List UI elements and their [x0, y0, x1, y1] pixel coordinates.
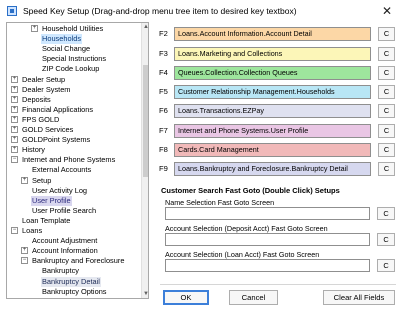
fkey-textbox[interactable]: Loans.Account Information.Account Detail: [174, 27, 371, 41]
fkey-clear-button[interactable]: C: [378, 27, 395, 41]
deposit-account-selection-label: Account Selection (Deposit Acct) Fast Go…: [165, 224, 328, 233]
fkey-label: F5: [159, 87, 168, 96]
fkey-row-f5: F5 Customer Relationship Management.House…: [159, 85, 395, 99]
tree-item-label: Special Instructions: [42, 54, 107, 64]
tree-item-label: History: [22, 145, 45, 155]
divider: [160, 284, 396, 285]
fkey-label: F3: [159, 49, 168, 58]
tree-item-label: User Activity Log: [32, 185, 88, 195]
tree-item-label: Financial Applications: [22, 104, 94, 114]
fkey-clear-button[interactable]: C: [378, 143, 395, 157]
expand-icon[interactable]: +: [11, 85, 18, 93]
tree-item-label: Account Adjustment: [32, 236, 98, 246]
ok-button[interactable]: OK: [163, 290, 209, 305]
expand-icon[interactable]: +: [11, 115, 18, 123]
tree-item-label: Internet and Phone Systems: [22, 155, 116, 165]
fkey-textbox[interactable]: Customer Relationship Management.Househo…: [174, 85, 371, 99]
tree-item-label: Deposits: [22, 94, 51, 104]
fkey-clear-button[interactable]: C: [378, 66, 395, 80]
fkey-label: F7: [159, 126, 168, 135]
loan-account-selection-input[interactable]: [165, 259, 370, 272]
expand-icon[interactable]: +: [11, 105, 18, 113]
fkey-textbox[interactable]: Loans.Transactions.EZPay: [174, 104, 371, 118]
tree-item-label: GOLD Services: [22, 125, 74, 134]
tree-item-label: Loan Template: [22, 215, 71, 225]
collapse-icon[interactable]: −: [11, 227, 18, 234]
scroll-thumb[interactable]: [143, 65, 148, 177]
expand-icon[interactable]: +: [11, 136, 18, 144]
tree-item-label: User Profile Search: [32, 205, 97, 215]
name-selection-input[interactable]: [165, 207, 370, 220]
scroll-up-arrow-icon[interactable]: ▲: [142, 23, 148, 31]
title-bar: Speed Key Setup (Drag-and-drop menu tree…: [0, 0, 402, 22]
fkey-row-f4: F4 Queues.Collection.Collection Queues C: [159, 66, 395, 80]
tree-scrollbar[interactable]: ▲ ▼: [141, 23, 148, 298]
clear-all-fields-button[interactable]: Clear All Fields: [323, 290, 395, 305]
close-icon[interactable]: ✕: [376, 2, 398, 20]
fkey-label: F8: [159, 145, 168, 154]
tree-item-label: Loans: [22, 226, 43, 235]
fkey-label: F9: [159, 164, 168, 173]
fkey-row-f2: F2 Loans.Account Information.Account Deta…: [159, 27, 395, 41]
tree-item-label: ZIP Code Lookup: [42, 64, 100, 74]
tree-item-label: Bankruptcy Detail: [41, 276, 101, 287]
tree-item-label: Bankruptcy: [42, 266, 79, 276]
fkey-row-f3: F3 Loans.Marketing and Collections C: [159, 47, 395, 61]
tree-item-label: FPS GOLD: [22, 114, 60, 124]
tree-item-label: Dealer Setup: [22, 74, 66, 84]
tree-item-label: Setup: [32, 175, 52, 185]
expand-icon[interactable]: +: [11, 75, 18, 83]
window-title: Speed Key Setup (Drag-and-drop menu tree…: [23, 6, 297, 16]
loan-account-selection-label: Account Selection (Loan Acct) Fast Goto …: [165, 250, 320, 259]
cancel-button[interactable]: Cancel: [229, 290, 278, 305]
tree-item-label: Account Information: [32, 246, 98, 256]
fkey-textbox[interactable]: Cards.Card Management: [174, 143, 371, 157]
menu-tree[interactable]: ▲ ▼ + Household Utilities Households Social…: [6, 22, 149, 299]
deposit-account-selection-input[interactable]: [165, 233, 370, 246]
fkey-clear-button[interactable]: C: [378, 85, 395, 99]
tree-item-label: Bankruptcy and Foreclosure: [32, 256, 125, 266]
tree-item-label: User Profile: [31, 195, 72, 206]
fkey-row-f8: F8 Cards.Card Management C: [159, 143, 395, 157]
fkey-textbox[interactable]: Internet and Phone Systems.User Profile: [174, 124, 371, 138]
fkey-textbox[interactable]: Loans.Marketing and Collections: [174, 47, 371, 61]
tree-item-label: Social Change: [42, 44, 91, 54]
fkey-textbox[interactable]: Loans.Bankruptcy and Foreclosure.Bankrup…: [174, 162, 371, 176]
fkey-label: F4: [159, 68, 168, 77]
tree-item-label: Bankruptcy Options: [42, 286, 107, 296]
fkey-clear-button[interactable]: C: [378, 47, 395, 61]
tree-item-label: Dealer System: [22, 84, 71, 94]
expand-icon[interactable]: +: [21, 247, 28, 255]
tree-item-label: Household Utilities: [42, 24, 104, 33]
fkey-row-f7: F7 Internet and Phone Systems.User Profil…: [159, 124, 395, 138]
fkey-row-f9: F9 Loans.Bankruptcy and Foreclosure.Bankr…: [159, 162, 395, 176]
collapse-icon[interactable]: −: [21, 257, 28, 265]
deposit-account-selection-clear-button[interactable]: C: [377, 233, 395, 246]
expand-icon[interactable]: +: [21, 176, 28, 184]
collapse-icon[interactable]: −: [11, 156, 18, 164]
goto-section-title: Customer Search Fast Goto (Double Click)…: [161, 186, 340, 195]
expand-icon[interactable]: +: [11, 95, 18, 103]
scroll-down-arrow-icon[interactable]: ▼: [142, 290, 148, 298]
fkey-label: F6: [159, 106, 168, 115]
fkey-row-f6: F6 Loans.Transactions.EZPay C: [159, 104, 395, 118]
tree-item-label: GOLDPoint Systems: [22, 135, 91, 145]
fkey-clear-button[interactable]: C: [378, 124, 395, 138]
expand-icon[interactable]: +: [11, 146, 18, 154]
fkey-label: F2: [159, 29, 168, 38]
expand-icon[interactable]: +: [31, 25, 38, 32]
fkey-clear-button[interactable]: C: [378, 162, 395, 176]
loan-account-selection-clear-button[interactable]: C: [377, 259, 395, 272]
name-selection-label: Name Selection Fast Goto Screen: [165, 198, 275, 207]
app-icon: [7, 6, 17, 16]
name-selection-clear-button[interactable]: C: [377, 207, 395, 220]
expand-icon[interactable]: +: [11, 126, 18, 133]
tree-item-label: Households: [41, 34, 83, 45]
tree-item-label: External Accounts: [32, 165, 92, 175]
fkey-clear-button[interactable]: C: [378, 104, 395, 118]
fkey-textbox[interactable]: Queues.Collection.Collection Queues: [174, 66, 371, 80]
